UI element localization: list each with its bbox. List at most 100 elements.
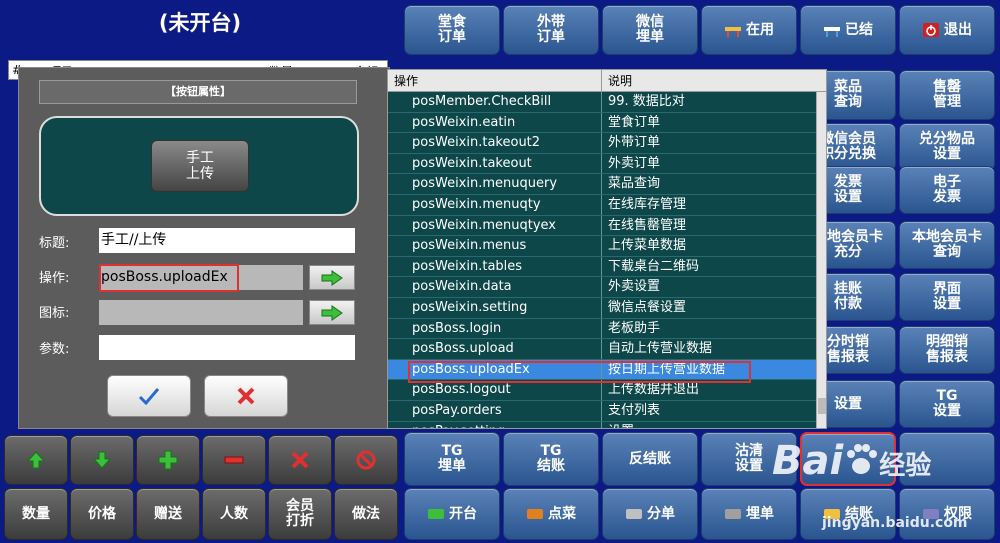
- table-icon: [824, 27, 840, 37]
- operation-description: 下载桌台二维码: [608, 258, 700, 274]
- operation-label: 操作:: [39, 271, 70, 286]
- action-icon: [626, 509, 642, 519]
- settled-button[interactable]: 已结: [800, 5, 896, 55]
- arrow-down-icon: [92, 451, 112, 469]
- item-action-button[interactable]: 价格: [70, 488, 134, 540]
- list-item[interactable]: posBoss.upload 自动上传营业数据: [388, 339, 826, 360]
- subtract-button[interactable]: [202, 435, 266, 485]
- dine-in-order-button[interactable]: 堂食 订单: [404, 5, 500, 55]
- operation-description: 外卖订单: [608, 155, 661, 171]
- order-action-button[interactable]: 反结账: [602, 432, 698, 486]
- main-action-button[interactable]: 权限: [899, 488, 995, 540]
- cancel-button[interactable]: [204, 375, 288, 417]
- choose-operation-button[interactable]: [309, 265, 355, 290]
- add-button[interactable]: [136, 435, 200, 485]
- list-item[interactable]: posBoss.logout 上传数据并退出: [388, 380, 826, 401]
- list-item[interactable]: posPay.orders 支付列表: [388, 400, 826, 422]
- preview-button[interactable]: 手工 上传: [151, 140, 249, 192]
- function-button[interactable]: 本地会员卡 查询: [899, 221, 995, 269]
- prohibit-icon: [356, 450, 376, 470]
- close-icon: [291, 451, 309, 469]
- main-action-button[interactable]: 分单: [602, 488, 698, 540]
- list-item[interactable]: posMember.CheckBill 99. 数据比对: [388, 92, 826, 113]
- button-label: 会员 打折: [286, 498, 314, 529]
- title-label: 标题:: [39, 236, 70, 251]
- highlight-box: [408, 361, 751, 383]
- item-action-button[interactable]: 数量: [4, 488, 68, 540]
- item-action-button[interactable]: 会员 打折: [268, 488, 332, 540]
- operation-code: posWeixin.menus: [388, 236, 602, 256]
- button-label: 发票 设置: [834, 174, 862, 205]
- operation-code: posBoss.logout: [388, 380, 602, 400]
- wechat-pay-button[interactable]: 微信 埋单: [602, 5, 698, 55]
- button-label: 菜品 查询: [834, 79, 862, 110]
- main-action-button[interactable]: 开台: [404, 488, 500, 540]
- move-up-button[interactable]: [4, 435, 68, 485]
- list-item[interactable]: posWeixin.takeout2 外带订单: [388, 133, 826, 154]
- exit-button[interactable]: 退出: [899, 5, 995, 55]
- list-scrollbar[interactable]: [816, 92, 826, 428]
- list-item[interactable]: posWeixin.setting 微信点餐设置: [388, 297, 826, 319]
- in-use-button[interactable]: 在用: [701, 5, 797, 55]
- list-item[interactable]: posWeixin.takeout 外卖订单: [388, 153, 826, 175]
- function-button[interactable]: 界面 设置: [899, 273, 995, 321]
- function-button[interactable]: 兑分物品 设置: [899, 123, 995, 171]
- list-item[interactable]: posWeixin.tables 下载桌台二维码: [388, 256, 826, 278]
- icon-field[interactable]: [99, 300, 303, 325]
- void-button[interactable]: [334, 435, 398, 485]
- operations-list[interactable]: 操作 说明 posMember.CheckBill 99. 数据比对 posWeix…: [387, 69, 827, 429]
- function-button[interactable]: TG 设置: [899, 380, 995, 428]
- action-icon: [725, 509, 741, 519]
- delete-button[interactable]: [268, 435, 332, 485]
- confirm-button[interactable]: [107, 375, 191, 417]
- function-button[interactable]: 售罄 管理: [899, 70, 995, 120]
- operation-description: 在线库存管理: [608, 196, 687, 212]
- button-label: TG 埋单: [438, 443, 466, 474]
- operation-code: posWeixin.takeout: [388, 153, 602, 174]
- operation-code: posPay.setting: [388, 421, 602, 428]
- button-label: 人数: [220, 505, 248, 522]
- operation-description: 自动上传营业数据: [608, 341, 713, 357]
- main-action-button[interactable]: 点菜: [503, 488, 599, 540]
- list-item[interactable]: posWeixin.menuqtyex 在线售罄管理: [388, 215, 826, 237]
- order-action-button[interactable]: TG 结账: [503, 432, 599, 486]
- paw-icon: [847, 444, 878, 474]
- takeaway-order-button[interactable]: 外带 订单: [503, 5, 599, 55]
- operation-description: 堂食订单: [608, 114, 661, 130]
- button-label: 挂账 付款: [834, 281, 862, 312]
- scroll-thumb[interactable]: [818, 398, 826, 414]
- list-item[interactable]: posWeixin.data 外卖设置: [388, 277, 826, 298]
- checkmark-icon: [138, 388, 160, 405]
- function-button[interactable]: 明细销 售报表: [899, 326, 995, 374]
- operation-description: 在线售罄管理: [608, 217, 687, 233]
- preview-button-label: 手工 上传: [186, 150, 214, 182]
- operation-description: 微信点餐设置: [608, 299, 687, 315]
- list-item[interactable]: posWeixin.menuqty 在线库存管理: [388, 194, 826, 216]
- button-label: 分时销 售报表: [827, 334, 869, 365]
- param-field[interactable]: [99, 335, 355, 360]
- operation-code: posWeixin.takeout2: [388, 133, 602, 153]
- watermark-brand: Bai 经验: [772, 438, 932, 484]
- list-item[interactable]: posWeixin.menuquery 菜品查询: [388, 174, 826, 195]
- operation-code: posBoss.login: [388, 318, 602, 339]
- dialog-title: 【按钮属性】: [39, 80, 357, 104]
- operation-code: posBoss.upload: [388, 339, 602, 359]
- operation-description: 上传菜单数据: [608, 238, 687, 254]
- main-action-button[interactable]: 结账: [800, 488, 896, 540]
- move-down-button[interactable]: [70, 435, 134, 485]
- item-action-button[interactable]: 赠送: [136, 488, 200, 540]
- list-item[interactable]: posWeixin.menus 上传菜单数据: [388, 236, 826, 257]
- operation-description: 上传数据并退出: [608, 382, 700, 398]
- choose-icon-button[interactable]: [309, 300, 355, 325]
- item-action-button[interactable]: 做法: [334, 488, 398, 540]
- order-action-button[interactable]: TG 埋单: [404, 432, 500, 486]
- function-button[interactable]: 电子 发票: [899, 166, 995, 214]
- operation-code: posWeixin.tables: [388, 256, 602, 277]
- item-action-button[interactable]: 人数: [202, 488, 266, 540]
- main-action-button[interactable]: 埋单: [701, 488, 797, 540]
- list-item[interactable]: posPay.setting设置: [388, 421, 826, 428]
- title-field[interactable]: 手工//上传: [99, 228, 355, 253]
- button-label: 售罄 管理: [933, 79, 961, 110]
- list-item[interactable]: posWeixin.eatin 堂食订单: [388, 112, 826, 134]
- list-item[interactable]: posBoss.login 老板助手: [388, 318, 826, 340]
